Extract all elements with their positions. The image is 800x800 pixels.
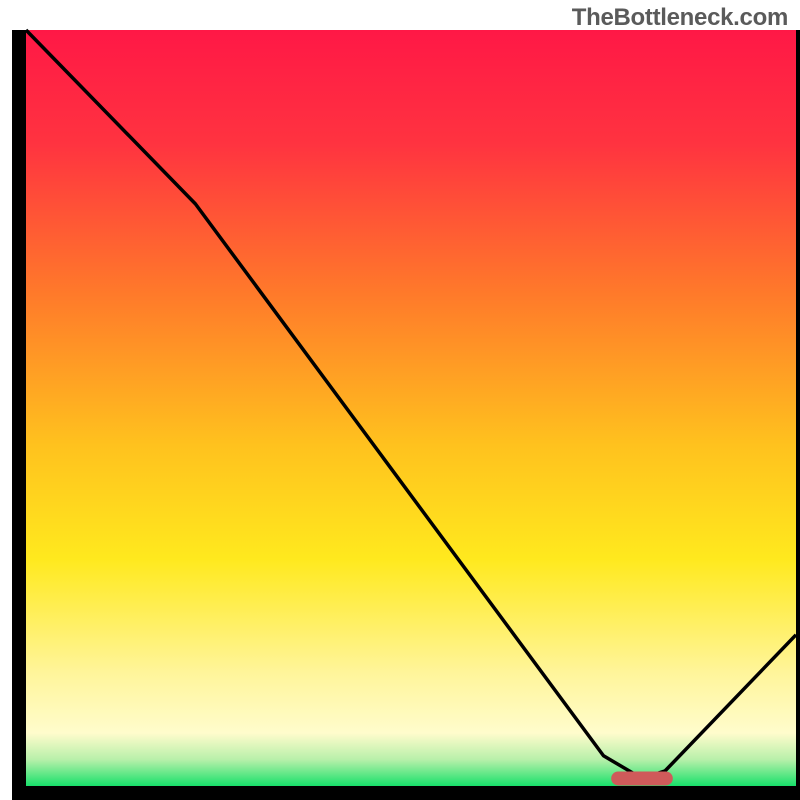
chart-container: TheBottleneck.com bbox=[0, 0, 800, 800]
gradient-background bbox=[26, 30, 796, 786]
optimal-marker bbox=[611, 771, 673, 785]
frame-right bbox=[796, 30, 800, 800]
frame-bottom bbox=[12, 786, 800, 800]
frame-left bbox=[12, 30, 26, 800]
watermark-text: TheBottleneck.com bbox=[572, 4, 788, 32]
bottleneck-chart bbox=[0, 0, 800, 800]
